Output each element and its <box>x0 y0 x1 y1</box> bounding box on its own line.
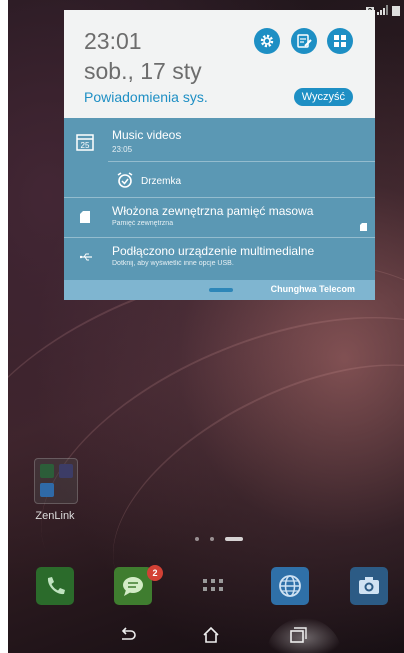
browser-icon <box>271 575 309 609</box>
usb-notification[interactable]: Podłączono urządzenie multimedialne Dotk… <box>64 238 375 280</box>
shade-drag-handle[interactable] <box>209 288 233 292</box>
sd-card-small-icon <box>360 218 367 236</box>
folder-app-icon <box>40 464 54 478</box>
unread-badge: 2 <box>147 565 163 581</box>
camera-icon <box>350 577 388 609</box>
notification-shade[interactable]: 23:01 sob., 17 sty Powiadomienia sys. Wy… <box>64 10 375 300</box>
alarm-clock-icon <box>116 171 134 192</box>
edit-notes-button[interactable] <box>291 28 317 54</box>
calendar-notification[interactable]: 25 Music videos 23:05 Drzemka <box>64 118 375 198</box>
browser-app[interactable] <box>271 567 309 605</box>
camera-app[interactable] <box>350 567 388 605</box>
app-drawer-button[interactable] <box>194 567 232 605</box>
home-screen: 2 23:01 sob., 17 sty Powiadomienia sys. … <box>8 0 404 653</box>
notification-title: Włożona zewnętrzna pamięć masowa <box>112 204 314 218</box>
notification-title: Podłączono urządzenie multimedialne <box>112 244 315 258</box>
calendar-icon: 25 <box>76 133 94 151</box>
sd-card-icon <box>80 210 90 228</box>
notification-list: 25 Music videos 23:05 Drzemka Włożona ze… <box>64 118 375 280</box>
shade-footer: Chunghwa Telecom <box>64 280 375 300</box>
app-drawer-icon <box>194 579 232 609</box>
messages-icon <box>114 577 152 609</box>
usb-icon <box>79 250 92 268</box>
page-dot-active <box>225 537 243 541</box>
divider <box>108 161 375 162</box>
snooze-button[interactable]: Drzemka <box>116 171 181 192</box>
notification-subtitle: Pamięć zewnętrzna <box>112 220 174 227</box>
system-notifications-link[interactable]: Powiadomienia sys. <box>84 89 208 105</box>
page-dot <box>210 537 214 541</box>
folder-app-icon <box>40 483 54 497</box>
storage-notification[interactable]: Włożona zewnętrzna pamięć masowa Pamięć … <box>64 198 375 238</box>
phone-icon <box>36 577 74 609</box>
snooze-label: Drzemka <box>141 176 182 187</box>
carrier-name: Chunghwa Telecom <box>270 284 355 294</box>
home-icon[interactable] <box>202 626 220 649</box>
clock-time: 23:01 <box>84 28 142 54</box>
clock-date: sob., 17 sty <box>84 58 202 84</box>
battery-icon <box>392 6 400 16</box>
settings-button[interactable] <box>254 28 280 54</box>
shade-header: 23:01 sob., 17 sty Powiadomienia sys. Wy… <box>64 10 375 118</box>
signal-icon <box>377 2 389 20</box>
page-dot <box>195 537 199 541</box>
zenlink-folder[interactable] <box>34 458 78 504</box>
phone-app[interactable] <box>36 567 74 605</box>
back-icon[interactable] <box>118 626 136 649</box>
folder-app-icon <box>59 464 73 478</box>
clear-all-button[interactable]: Wyczyść <box>293 88 353 106</box>
notification-time: 23:05 <box>112 145 133 154</box>
notification-subtitle: Dotknij, aby wyświetlić inne opcje USB. <box>112 260 234 267</box>
navigation-bar <box>8 620 404 653</box>
page-indicator <box>195 537 243 541</box>
quick-settings-grid-button[interactable] <box>327 28 353 54</box>
svg-text:25: 25 <box>81 141 90 150</box>
notification-title: Music videos <box>112 128 182 142</box>
folder-label: ZenLink <box>35 510 75 522</box>
recent-apps-icon[interactable] <box>289 626 307 649</box>
